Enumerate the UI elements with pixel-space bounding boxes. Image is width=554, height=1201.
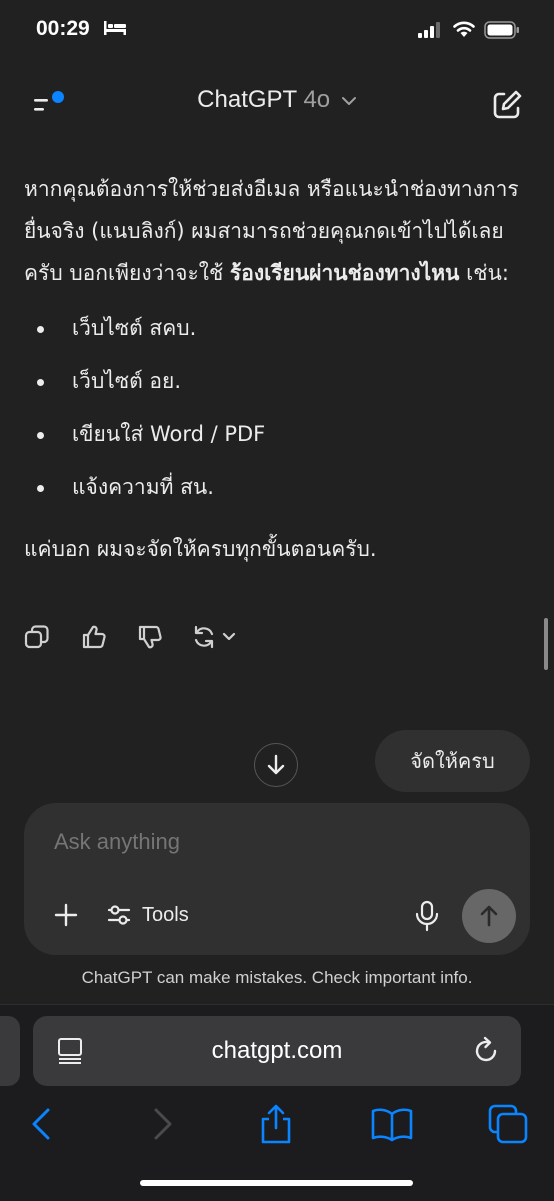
voice-input-button[interactable] bbox=[412, 899, 442, 933]
share-icon[interactable] bbox=[254, 1102, 298, 1146]
bookmarks-icon[interactable] bbox=[370, 1102, 414, 1146]
arrow-down-icon bbox=[267, 754, 285, 775]
model-name: 4o bbox=[303, 86, 331, 113]
compose-icon bbox=[493, 90, 522, 119]
message-emphasis: ร้องเรียนผ่านช่องทางไหน bbox=[229, 261, 460, 285]
sleep-focus-icon bbox=[104, 21, 126, 35]
app-title: ChatGPT bbox=[197, 86, 297, 113]
sliders-icon bbox=[107, 905, 131, 925]
list-item: เว็บไซต์ อย. bbox=[24, 355, 534, 408]
new-chat-button[interactable] bbox=[490, 88, 524, 122]
list-item: เว็บไซต์ สคบ. bbox=[24, 302, 534, 355]
option-list: เว็บไซต์ สคบ. เว็บไซต์ อย. เขียนใส่ Word… bbox=[24, 302, 534, 514]
reload-icon[interactable] bbox=[471, 1036, 501, 1066]
microphone-icon bbox=[415, 900, 439, 932]
send-button[interactable] bbox=[462, 889, 516, 943]
thumbs-down-icon[interactable] bbox=[137, 624, 163, 650]
attach-button[interactable] bbox=[50, 899, 82, 931]
tools-label: Tools bbox=[142, 903, 189, 926]
model-selector[interactable]: ChatGPT 4o bbox=[0, 86, 554, 114]
address-bar[interactable]: chatgpt.com bbox=[33, 1016, 521, 1086]
battery-icon bbox=[484, 21, 519, 39]
cellular-signal-icon bbox=[418, 22, 440, 38]
scroll-to-bottom-button[interactable] bbox=[254, 743, 298, 787]
back-icon[interactable] bbox=[20, 1102, 64, 1146]
message-input[interactable] bbox=[54, 829, 434, 855]
disclaimer-text: ChatGPT can make mistakes. Check importa… bbox=[81, 968, 473, 987]
chevron-down-icon bbox=[341, 97, 356, 105]
arrow-up-icon bbox=[480, 905, 498, 927]
url-text: chatgpt.com bbox=[211, 1037, 343, 1064]
plus-icon bbox=[54, 903, 78, 927]
copy-icon[interactable] bbox=[24, 624, 50, 650]
message-intro: หากคุณต้องการให้ช่วยส่งอีเมล หรือแนะนำช่… bbox=[24, 177, 519, 285]
assistant-message: หากคุณต้องการให้ช่วยส่งอีเมล หรือแนะนำช่… bbox=[24, 168, 534, 570]
home-indicator bbox=[140, 1180, 413, 1186]
wifi-icon bbox=[453, 21, 475, 37]
list-item: เขียนใส่ Word / PDF bbox=[24, 408, 534, 461]
scrollbar[interactable] bbox=[544, 618, 548, 670]
suggestion-chip[interactable]: จัดให้ครบ bbox=[375, 730, 530, 792]
previous-tab[interactable] bbox=[0, 1016, 20, 1086]
tools-button[interactable]: Tools bbox=[106, 899, 189, 931]
regenerate-icon[interactable] bbox=[192, 624, 240, 650]
thumbs-up-icon[interactable] bbox=[81, 624, 107, 650]
list-item: แจ้งความที่ สน. bbox=[24, 461, 534, 514]
message-closing: แค่บอก ผมจะจัดให้ครบทุกขั้นตอนครับ. bbox=[24, 537, 377, 561]
tabs-icon[interactable] bbox=[486, 1102, 530, 1146]
forward-icon[interactable] bbox=[140, 1102, 184, 1146]
composer: Tools bbox=[24, 803, 530, 955]
status-time: 00:29 bbox=[36, 17, 90, 40]
